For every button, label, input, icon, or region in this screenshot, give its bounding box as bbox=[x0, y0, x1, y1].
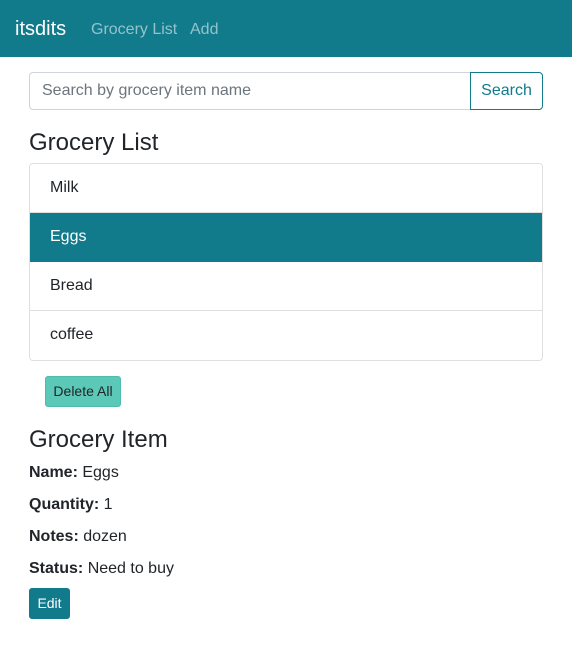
grocery-list-title: Grocery List bbox=[29, 129, 159, 156]
list-item-selected[interactable]: Eggs bbox=[30, 213, 542, 262]
list-item[interactable]: Milk bbox=[30, 164, 542, 213]
item-quantity-row: Quantity: 1 bbox=[29, 495, 113, 514]
edit-button[interactable]: Edit bbox=[29, 588, 70, 619]
name-value: Eggs bbox=[82, 464, 119, 481]
top-navbar: itsdits Grocery List Add bbox=[0, 0, 572, 57]
nav-link-add[interactable]: Add bbox=[190, 20, 218, 39]
item-name-row: Name: Eggs bbox=[29, 463, 119, 482]
brand-link[interactable]: itsdits bbox=[15, 17, 66, 41]
item-notes-row: Notes: dozen bbox=[29, 527, 127, 546]
list-item[interactable]: coffee bbox=[30, 311, 542, 360]
name-label: Name: bbox=[29, 464, 78, 481]
quantity-label: Quantity: bbox=[29, 496, 100, 513]
delete-all-button[interactable]: Delete All bbox=[45, 376, 121, 407]
status-value: Need to buy bbox=[87, 560, 174, 577]
search-button[interactable]: Search bbox=[470, 72, 543, 110]
status-label: Status: bbox=[29, 560, 84, 577]
search-input[interactable] bbox=[29, 72, 471, 110]
quantity-value: 1 bbox=[103, 496, 113, 513]
nav-link-grocery-list[interactable]: Grocery List bbox=[91, 20, 177, 39]
notes-label: Notes: bbox=[29, 528, 79, 545]
grocery-list: Milk Eggs Bread coffee bbox=[29, 163, 543, 361]
grocery-item-title: Grocery Item bbox=[29, 426, 168, 453]
notes-value: dozen bbox=[83, 528, 127, 545]
item-status-row: Status: Need to buy bbox=[29, 559, 174, 578]
list-item[interactable]: Bread bbox=[30, 262, 542, 311]
